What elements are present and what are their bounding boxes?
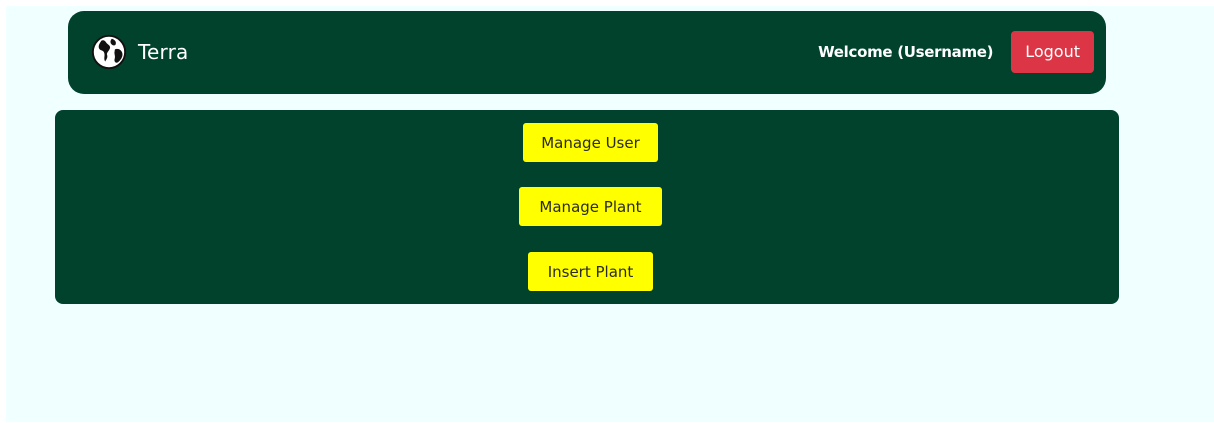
page: Terra Welcome (Username) Logout Manage U… <box>6 6 1214 422</box>
nav-right: Welcome (Username) Logout <box>818 30 1094 73</box>
brand[interactable]: Terra <box>90 33 188 71</box>
brand-name: Terra <box>138 40 189 64</box>
insert-plant-button[interactable]: Insert Plant <box>528 252 653 291</box>
globe-icon <box>91 34 127 70</box>
navbar: Terra Welcome (Username) Logout <box>68 11 1106 94</box>
menu-panel: Manage User Manage Plant Insert Plant <box>55 110 1119 304</box>
welcome-text: Welcome (Username) <box>818 42 994 61</box>
manage-plant-button[interactable]: Manage Plant <box>519 187 662 226</box>
manage-user-button[interactable]: Manage User <box>523 123 658 162</box>
logout-button[interactable]: Logout <box>1011 30 1094 73</box>
